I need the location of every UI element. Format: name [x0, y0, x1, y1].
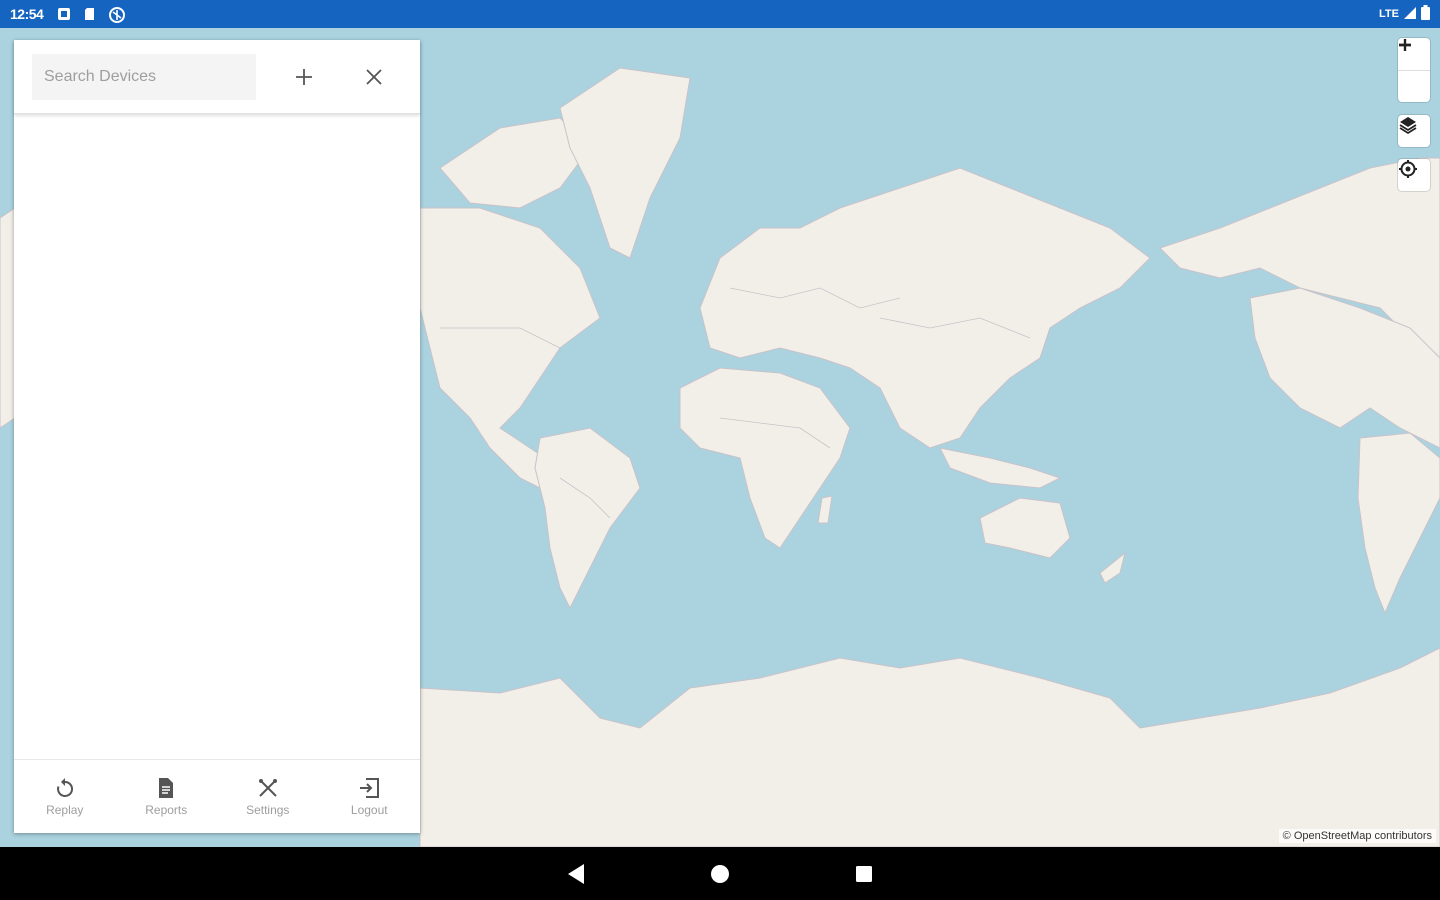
nav-settings[interactable]: Settings [217, 760, 319, 833]
locate-icon[interactable] [1398, 159, 1430, 191]
add-device-button[interactable] [284, 57, 324, 97]
network-type: LTE [1379, 8, 1399, 20]
status-right: LTE [1379, 5, 1430, 23]
status-time: 12:54 [10, 6, 44, 22]
logout-icon [360, 777, 380, 798]
notification-icon [57, 7, 71, 21]
nav-logout-label: Logout [350, 802, 388, 817]
accessibility-icon [109, 7, 126, 23]
status-bar: 12:54 LTE [0, 0, 1440, 28]
sim-icon [83, 7, 97, 21]
plus-icon [296, 68, 312, 85]
devices-panel: Replay Reports Settings Logout [14, 40, 420, 833]
replay-icon [56, 777, 73, 797]
map-attribution[interactable]: © OpenStreetMap contributors [1278, 829, 1436, 843]
panel-header [14, 40, 420, 114]
zoom-out-icon[interactable] [1398, 43, 1430, 102]
device-list[interactable] [14, 114, 420, 759]
locate-control [1398, 159, 1430, 191]
signal-icon [1403, 6, 1417, 23]
nav-replay[interactable]: Replay [14, 760, 116, 833]
bottom-navigation: Replay Reports Settings Logout [14, 759, 420, 833]
description-icon [159, 777, 174, 798]
zoom-controls [1398, 38, 1430, 102]
recents-icon[interactable] [852, 862, 876, 886]
nav-logout[interactable]: Logout [319, 760, 421, 833]
nav-settings-label: Settings [246, 802, 290, 817]
close-panel-button[interactable] [354, 57, 394, 97]
close-icon [366, 68, 382, 85]
system-nav-bar [0, 847, 1440, 900]
nav-replay-label: Replay [46, 802, 84, 817]
nav-reports[interactable]: Reports [116, 760, 218, 833]
search-input[interactable] [32, 53, 256, 100]
nav-reports-label: Reports [145, 802, 188, 817]
settings-icon [258, 778, 277, 797]
battery-icon [1421, 5, 1430, 23]
home-icon[interactable] [708, 862, 732, 886]
layers-control [1398, 115, 1430, 147]
app-root: 12:54 LTE © OpenStreetMap contributors S… [0, 0, 1440, 900]
layers-icon[interactable] [1398, 115, 1430, 147]
back-icon[interactable] [564, 862, 588, 886]
